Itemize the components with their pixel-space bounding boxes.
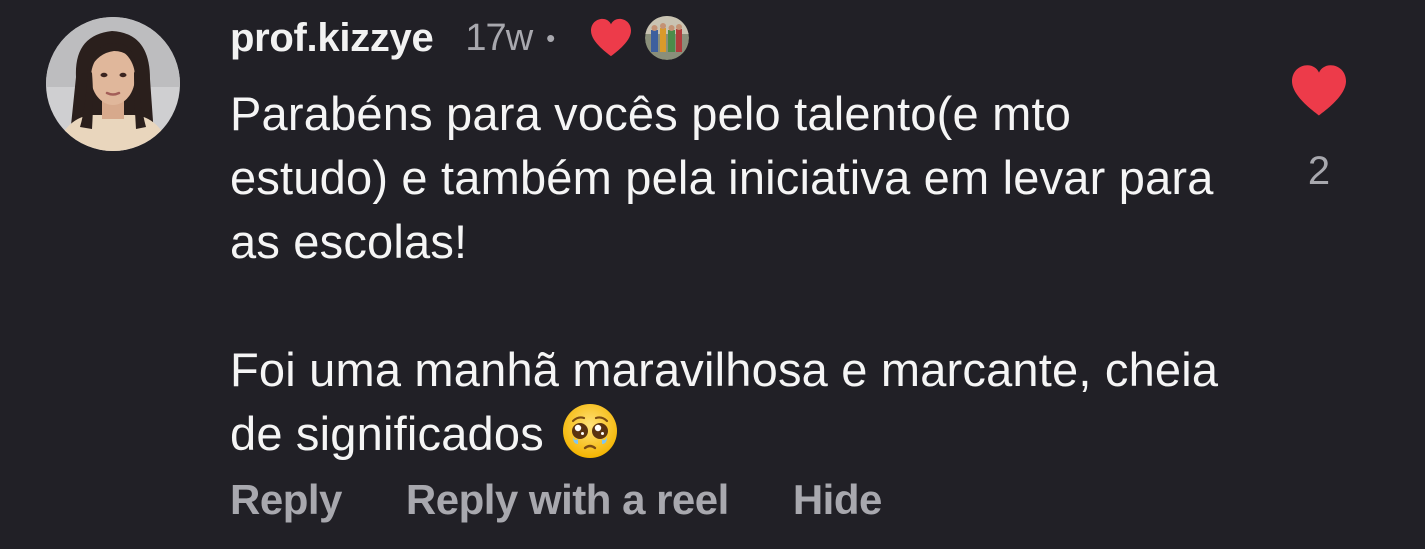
comment-actions: Reply Reply with a reel Hide — [230, 476, 882, 524]
comment-paragraph-2: Foi uma manhã maravilhosa e marcante, ch… — [230, 338, 1240, 476]
pleading-face-icon — [561, 402, 619, 476]
like-control: 2 — [1286, 64, 1352, 194]
avatar[interactable] — [46, 17, 180, 151]
separator-dot: • — [546, 22, 556, 53]
hide-button[interactable]: Hide — [793, 476, 883, 524]
avatar-photo — [46, 17, 180, 151]
timestamp: 17w — [465, 16, 533, 59]
comment-text: Parabéns para vocês pelo talento(e mto e… — [230, 82, 1240, 476]
comment-header: prof.kizzye 17w • — [230, 10, 690, 66]
creator-avatar — [645, 16, 690, 60]
like-count[interactable]: 2 — [1308, 149, 1330, 194]
reply-with-reel-button[interactable]: Reply with a reel — [406, 476, 729, 524]
reply-button[interactable]: Reply — [230, 476, 342, 524]
creator-liked-heart-icon — [589, 18, 633, 58]
username[interactable]: prof.kizzye — [230, 16, 434, 61]
like-heart-icon[interactable] — [1289, 64, 1349, 123]
comment-paragraph-1: Parabéns para vocês pelo talento(e mto e… — [230, 87, 1214, 268]
comment-paragraph-2-text: Foi uma manhã maravilhosa e marcante, ch… — [230, 343, 1219, 460]
